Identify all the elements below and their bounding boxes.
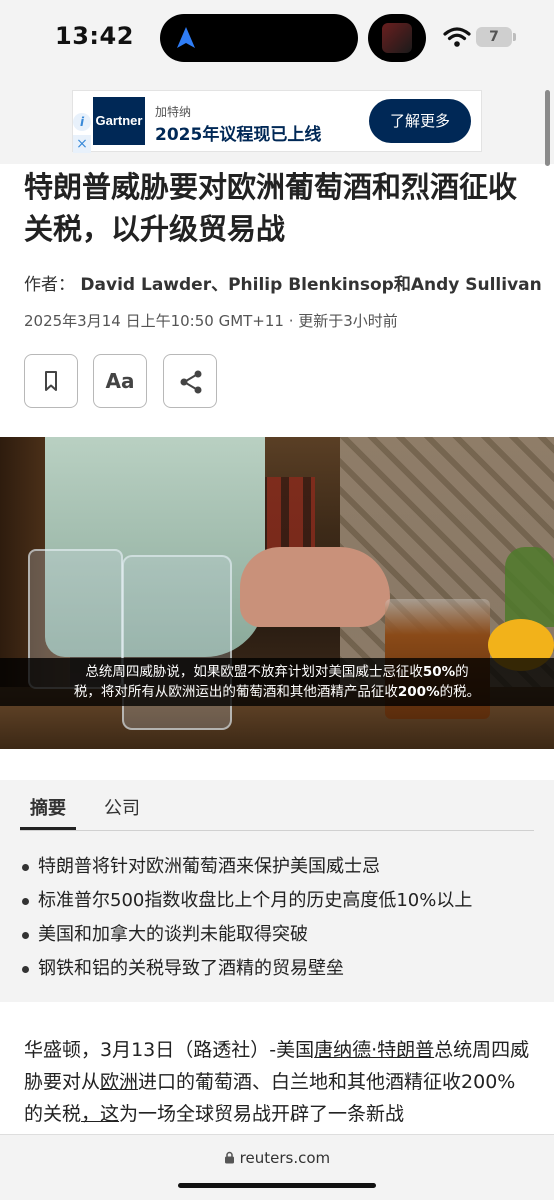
- ad-brand: 加特纳: [155, 105, 192, 119]
- article-dateline: 2025年3月14 日上午10:50 GMT+11 · 更新于3小时前: [24, 312, 398, 330]
- bookmark-icon: [45, 371, 57, 391]
- photo-caption: 总统周四威胁说，如果欧盟不放弃计划对美国威士忌征收50%的 税，将对所有从欧洲运…: [0, 658, 554, 706]
- list-item: 美国和加拿大的谈判未能取得突破: [22, 918, 542, 952]
- wifi-icon: [443, 27, 471, 47]
- gartner-logo: Gartner: [93, 97, 145, 145]
- ad-banner-area: i × Gartner 加特纳 2025年议程现已上线 了解更多: [0, 80, 554, 164]
- bookmark-button[interactable]: [24, 354, 78, 408]
- ad-banner[interactable]: i × Gartner 加特纳 2025年议程现已上线 了解更多: [72, 90, 482, 153]
- link-europe[interactable]: 欧洲: [100, 1071, 138, 1093]
- navigation-arrow-icon: [177, 27, 195, 48]
- browser-bottom-bar: reuters.com: [0, 1134, 554, 1200]
- scrollbar[interactable]: [545, 90, 550, 166]
- list-item: 标准普尔500指数收盘比上个月的历史高度低10%以上: [22, 884, 542, 918]
- live-activity-icon[interactable]: [368, 14, 426, 62]
- link-donald-trump[interactable]: 唐纳德·特朗普: [314, 1039, 434, 1061]
- ad-close-icon[interactable]: ×: [73, 135, 91, 153]
- ad-learn-more-button[interactable]: 了解更多: [369, 99, 471, 143]
- status-bar: 13:42 7: [0, 0, 554, 80]
- status-time: 13:42: [55, 22, 134, 50]
- article-paragraph: 华盛顿，3月13日（路透社）-美国唐纳德·特朗普总统周四威胁要对从欧洲进口的葡萄…: [24, 1039, 530, 1125]
- link-trade-war[interactable]: ，这: [81, 1103, 119, 1125]
- share-icon: [180, 370, 202, 394]
- url-text: reuters.com: [239, 1149, 331, 1167]
- summary-bullets: 特朗普将针对欧洲葡萄酒来保护美国威士忌 标准普尔500指数收盘比上个月的历史高度…: [22, 850, 542, 986]
- tab-summary[interactable]: 摘要: [20, 792, 76, 830]
- article-photo[interactable]: 总统周四威胁说，如果欧盟不放弃计划对美国威士忌征收50%的 税，将对所有从欧洲运…: [0, 437, 554, 749]
- list-item: 钢铁和铝的关税导致了酒精的贸易壁垒: [22, 952, 542, 986]
- ad-headline: 2025年议程现已上线: [155, 125, 322, 145]
- share-button[interactable]: [163, 354, 217, 408]
- summary-panel: 摘要 公司 特朗普将针对欧洲葡萄酒来保护美国威士忌 标准普尔500指数收盘比上个…: [0, 780, 554, 1002]
- battery-icon: 7: [476, 27, 512, 47]
- author-links[interactable]: David Lawder、Philip Blenkinsop和Andy Sull…: [80, 275, 541, 295]
- font-size-button[interactable]: Aa: [93, 354, 147, 408]
- article-headline: 特朗普威胁要对欧洲葡萄酒和烈酒征收关税，以升级贸易战: [24, 170, 518, 246]
- byline: 作者： David Lawder、Philip Blenkinsop和Andy …: [24, 270, 542, 295]
- ad-info-icon[interactable]: i: [73, 113, 91, 131]
- byline-prefix: 作者：: [24, 275, 75, 295]
- tab-companies[interactable]: 公司: [104, 792, 140, 830]
- font-size-icon: Aa: [105, 369, 135, 393]
- lock-icon: [224, 1151, 234, 1164]
- list-item: 特朗普将针对欧洲葡萄酒来保护美国威士忌: [22, 850, 542, 884]
- address-bar[interactable]: reuters.com: [0, 1149, 554, 1167]
- dynamic-island: [160, 14, 358, 62]
- home-indicator[interactable]: [178, 1183, 376, 1188]
